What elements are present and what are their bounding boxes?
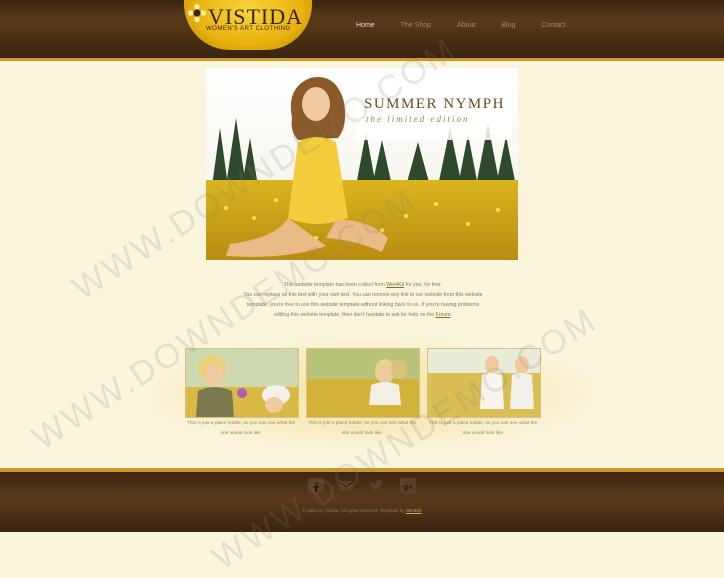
mail-icon[interactable]	[338, 478, 354, 494]
nav-about[interactable]: About	[457, 22, 475, 29]
thumbnail-3[interactable]	[427, 348, 541, 418]
nav-home[interactable]: Home	[356, 22, 375, 29]
intro-line-3: template, you're free to use this websit…	[246, 302, 480, 308]
intro-line-1: This website template has been collect f…	[283, 282, 443, 288]
forum-link[interactable]: Forum	[436, 312, 451, 318]
intro-text: This website template has been collect f…	[240, 280, 486, 320]
flower-icon	[188, 4, 206, 22]
template-credit-link[interactable]: Win4Kit	[406, 508, 422, 513]
logo-tagline: WOMEN'S ART CLOTHING	[206, 26, 291, 32]
nav-blog[interactable]: Blog	[501, 22, 515, 29]
twitter-icon[interactable]	[368, 478, 384, 494]
nav-the-shop[interactable]: The Shop	[401, 22, 431, 29]
intro-source-link[interactable]: Win4Kit	[386, 282, 404, 288]
nav-contact[interactable]: Contact	[541, 22, 565, 29]
thumbnail-1-caption: This is just a place holder, so you can …	[186, 421, 296, 436]
main-nav: Home The Shop About Blog Contact	[356, 22, 591, 29]
logo[interactable]: VISTIDA WOMEN'S ART CLOTHING	[184, 0, 314, 52]
facebook-icon[interactable]	[308, 478, 324, 494]
site-header: VISTIDA WOMEN'S ART CLOTHING Home The Sh…	[0, 0, 724, 61]
thumbnail-2-caption: This is just a place holder, so you can …	[307, 421, 417, 436]
svg-text:g+: g+	[403, 483, 413, 492]
hero-title: SUMMER NYMPH	[364, 96, 505, 112]
site-footer	[0, 468, 724, 532]
thumbnail-2[interactable]	[306, 348, 420, 418]
googleplus-icon[interactable]: g+	[400, 478, 416, 494]
hero-subtitle: the limited edition	[366, 114, 470, 124]
copyright: © 2012 by Vistida. All rights reserved. …	[302, 508, 422, 513]
thumbnail-3-caption: This is just a place holder, so you can …	[428, 421, 538, 436]
intro-line-2: You can replace all this text with your …	[243, 292, 483, 298]
thumbnail-1[interactable]	[185, 348, 299, 418]
intro-line-4: editing this website template, then don'…	[273, 312, 453, 318]
